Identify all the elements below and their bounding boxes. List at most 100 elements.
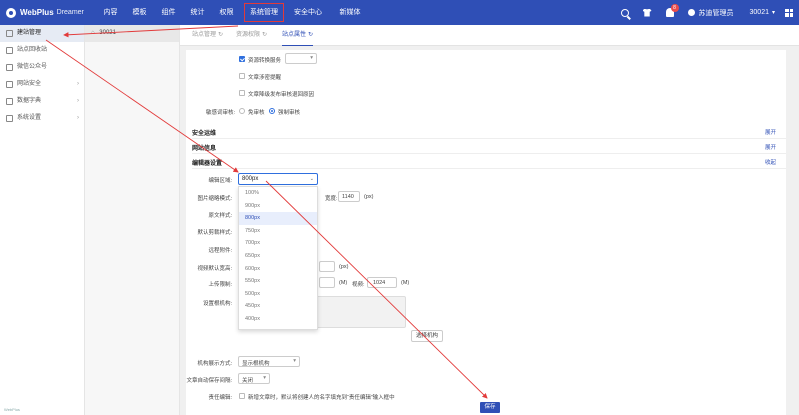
refresh-icon: ↻ bbox=[218, 32, 224, 38]
top-right-tools: 8 苏迪管理员 30021 ▾ bbox=[607, 0, 793, 25]
upload-size-input[interactable] bbox=[319, 277, 335, 288]
article-remind-checkbox[interactable] bbox=[239, 73, 245, 79]
dropdown-option[interactable]: 750px bbox=[239, 225, 317, 238]
collapse-link[interactable]: 收起 bbox=[765, 158, 776, 166]
nav-security-center[interactable]: 安全中心 bbox=[287, 0, 329, 25]
nav-component[interactable]: 组件 bbox=[154, 0, 183, 25]
org-display-label: 机构展示方式: bbox=[197, 361, 232, 367]
section-security[interactable]: 安全运维 展开 bbox=[192, 124, 786, 139]
video-height-input[interactable] bbox=[319, 261, 335, 272]
sidebar-item-label: 建站管理 bbox=[17, 30, 42, 36]
sidebar-item-web-security[interactable]: 网站安全 › bbox=[0, 76, 84, 93]
tab-resource-permission[interactable]: 资源权限 ↻ bbox=[236, 25, 267, 46]
sidebar-item-system-settings[interactable]: 系统设置 › bbox=[0, 110, 84, 127]
theme-icon[interactable] bbox=[642, 8, 652, 17]
wechat-icon bbox=[6, 64, 13, 71]
section-title: 网站信息 bbox=[192, 146, 217, 152]
dropdown-option[interactable]: 600px bbox=[239, 263, 317, 276]
nav-template[interactable]: 模板 bbox=[125, 0, 154, 25]
choose-org-button[interactable]: 选择机构 bbox=[411, 330, 443, 342]
upload-unit-2: (M) bbox=[401, 280, 410, 286]
radio-force-audit-label: 强制审核 bbox=[278, 110, 301, 116]
dictionary-icon bbox=[6, 98, 13, 105]
tab-site-management[interactable]: 站点管理 ↻ bbox=[192, 25, 223, 46]
nav-system-management[interactable]: 系统管理 bbox=[241, 0, 287, 25]
article-return-checkbox[interactable] bbox=[239, 90, 245, 96]
refresh-icon: ↻ bbox=[308, 32, 314, 38]
dropdown-option[interactable]: 700px bbox=[239, 237, 317, 250]
upload-unit-1: (M) bbox=[339, 280, 348, 286]
left-sidebar: 建站管理 站点回收站 微信公众号 网站安全 › 数据字典 › 系统设置 › We… bbox=[0, 25, 85, 415]
sidebar-item-label: 站点回收站 bbox=[17, 47, 48, 53]
resource-convert-select[interactable]: ▾ bbox=[285, 53, 317, 64]
chevron-right-icon: › bbox=[77, 81, 79, 87]
upload-limit-label: 上传限制: bbox=[208, 282, 232, 288]
refresh-icon: ↻ bbox=[262, 32, 268, 38]
editor-area-dropdown: 100% 900px 800px 750px 700px 650px 600px… bbox=[238, 186, 318, 330]
sidebar-item-label: 系统设置 bbox=[17, 115, 42, 121]
chevron-down-icon: ⌄ bbox=[309, 176, 314, 182]
apps-grid-icon[interactable] bbox=[785, 8, 793, 17]
sidebar-item-site-management[interactable]: 建站管理 bbox=[0, 25, 84, 42]
width-label: 宽度: bbox=[325, 196, 338, 202]
save-button[interactable]: 保存 bbox=[480, 402, 500, 413]
dropdown-option[interactable]: 550px bbox=[239, 275, 317, 288]
dropdown-option[interactable]: 500px bbox=[239, 288, 317, 301]
dropdown-option[interactable]: 400px bbox=[239, 313, 317, 326]
radio-free-audit[interactable] bbox=[239, 108, 245, 114]
expand-link[interactable]: 展开 bbox=[765, 143, 776, 151]
resource-convert-checkbox[interactable] bbox=[239, 56, 245, 62]
sidebar-item-data-dictionary[interactable]: 数据字典 › bbox=[0, 93, 84, 110]
notification-icon[interactable]: 8 bbox=[665, 4, 679, 17]
body-style-label: 原文样式: bbox=[208, 213, 232, 219]
sidebar-item-label: 数据字典 bbox=[17, 98, 42, 104]
dropdown-option[interactable]: 100% bbox=[239, 187, 317, 200]
sidebar-footer-logo: WebPlus bbox=[4, 407, 20, 412]
sidebar-item-wechat[interactable]: 微信公众号 bbox=[0, 59, 84, 76]
brand-logo[interactable]: WebPlus Dreamer bbox=[6, 6, 84, 19]
chevron-down-icon: ▾ bbox=[310, 55, 313, 61]
editor-area-label: 编辑区域: bbox=[208, 178, 232, 184]
sidebar-item-recycle-bin[interactable]: 站点回收站 bbox=[0, 42, 84, 59]
width-input[interactable]: 1140 bbox=[338, 191, 360, 202]
upload-video-label: 视频: bbox=[352, 282, 365, 288]
home-icon: ⌂ bbox=[91, 30, 95, 36]
recycle-icon bbox=[6, 47, 13, 54]
shield-icon bbox=[6, 81, 13, 88]
responsible-editor-checkbox[interactable] bbox=[239, 393, 245, 399]
nav-permission[interactable]: 权限 bbox=[212, 0, 241, 25]
dropdown-option[interactable]: 450px bbox=[239, 300, 317, 313]
section-title: 编辑器设置 bbox=[192, 161, 223, 167]
brand-sub: Dreamer bbox=[56, 9, 84, 16]
tab-site-properties[interactable]: 站点属性 ↻ bbox=[282, 25, 314, 46]
sidebar-item-label: 微信公众号 bbox=[17, 64, 48, 70]
upload-video-input[interactable]: 1024 bbox=[367, 277, 397, 288]
sidebar-item-label: 网站安全 bbox=[17, 81, 42, 87]
radio-free-audit-label: 免审核 bbox=[248, 110, 265, 116]
chevron-down-icon: ▾ bbox=[771, 10, 775, 16]
radio-force-audit[interactable] bbox=[269, 108, 275, 114]
image-thumb-label: 图片缩略模式: bbox=[197, 196, 232, 202]
nav-content[interactable]: 内容 bbox=[96, 0, 125, 25]
section-site-info[interactable]: 网站信息 展开 bbox=[192, 139, 786, 154]
autosave-select[interactable]: 关闭 ▾ bbox=[238, 373, 270, 384]
nav-statistics[interactable]: 统计 bbox=[183, 0, 212, 25]
nav-new-media[interactable]: 新媒体 bbox=[329, 0, 371, 25]
dropdown-option-selected[interactable]: 800px bbox=[239, 212, 317, 225]
gear-icon bbox=[6, 115, 13, 122]
expand-link[interactable]: 展开 bbox=[765, 128, 776, 136]
chevron-down-icon: ▾ bbox=[293, 358, 296, 364]
section-editor-settings[interactable]: 编辑器设置 收起 bbox=[192, 154, 786, 169]
tab-bar: 站点管理 ↻ 资源权限 ↻ 站点属性 ↻ bbox=[180, 25, 799, 46]
chevron-right-icon: › bbox=[77, 115, 79, 121]
user-name[interactable]: 苏迪管理员 bbox=[699, 8, 734, 18]
tree-root-label: 30021 bbox=[99, 30, 116, 36]
tree-root-node[interactable]: ⌂ 30021 bbox=[85, 25, 179, 42]
dropdown-option[interactable]: 900px bbox=[239, 200, 317, 213]
search-icon[interactable] bbox=[620, 8, 629, 17]
editor-area-select[interactable]: 800px ⌄ bbox=[238, 173, 318, 185]
dropdown-option[interactable]: 650px bbox=[239, 250, 317, 263]
resource-convert-label: 资源转换服务 bbox=[248, 58, 282, 64]
org-display-select[interactable]: 显示根机构 ▾ bbox=[238, 356, 300, 367]
site-selector[interactable]: 30021 bbox=[750, 9, 769, 16]
